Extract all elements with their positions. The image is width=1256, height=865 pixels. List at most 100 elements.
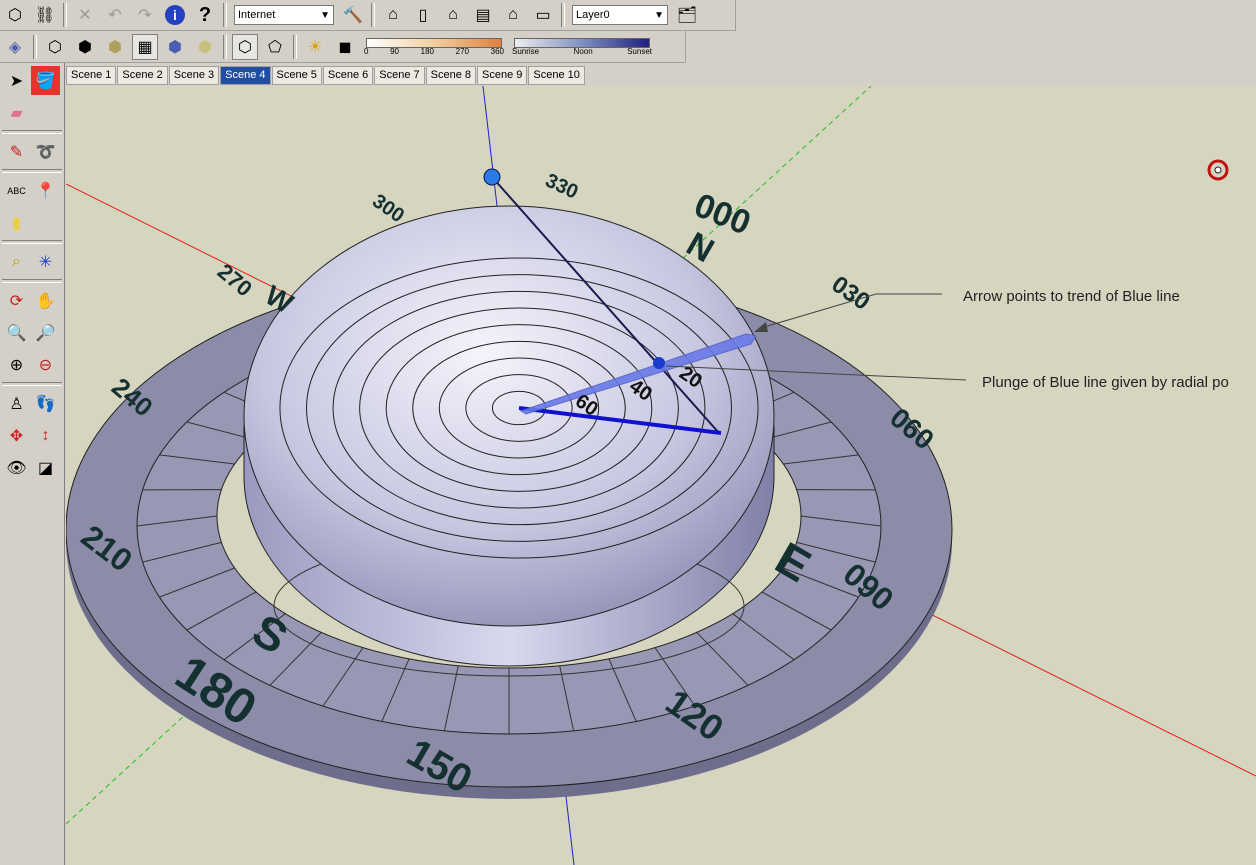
shadow-time-slider[interactable]: 0 90 180 270 360	[364, 36, 504, 58]
daylight-label: Noon	[573, 46, 593, 56]
zoom-extents-icon[interactable]: ⊕	[2, 350, 31, 379]
layer-manager-icon[interactable]: 🗂	[674, 2, 700, 28]
walk-footprints-icon[interactable]: 👣	[31, 389, 60, 418]
toolbar-separator	[33, 34, 37, 59]
orbit-cursor-icon	[1207, 159, 1229, 181]
toolbar-separator	[63, 3, 67, 27]
fog-icon[interactable]: ◼	[332, 34, 358, 60]
chevron-down-icon: ▼	[320, 9, 330, 21]
paint-bucket-icon[interactable]: 🪣	[31, 66, 60, 95]
scene-tab[interactable]: Scene 6	[322, 66, 374, 85]
undo-icon[interactable]: ↶	[102, 2, 128, 28]
top-point[interactable]	[483, 168, 501, 186]
scene-tab[interactable]: Scene 7	[374, 66, 425, 85]
position-camera-icon[interactable]: ♙	[2, 389, 31, 418]
push-pull-icon[interactable]: ↕	[31, 421, 60, 450]
house-back-icon[interactable]: ▤	[470, 2, 496, 28]
box-icon[interactable]: ⬢	[192, 34, 218, 60]
zoom-window-icon[interactable]: 🔎	[31, 318, 60, 347]
orbit-icon[interactable]: ⟳	[2, 286, 31, 315]
shaded-textures-icon[interactable]: ▦	[132, 33, 158, 60]
hammer-icon[interactable]: 🔨	[340, 2, 366, 28]
palette-separator	[2, 382, 62, 386]
annotation-plunge: Plunge of Blue line given by radial po	[982, 374, 1229, 391]
palette-separator	[2, 279, 62, 283]
redo-icon[interactable]: ↷	[132, 2, 158, 28]
scene-tab[interactable]: Scene 1	[66, 66, 117, 85]
move-icon[interactable]: ✥	[2, 421, 31, 450]
tape-measure-icon[interactable]: ⌕	[2, 247, 31, 276]
face-style-icon[interactable]: ⬡	[232, 33, 258, 60]
edge-style-icon[interactable]: ⬠	[262, 34, 288, 60]
info-icon[interactable]: i	[162, 2, 188, 28]
shadow-label: 360	[490, 46, 504, 56]
scene-tab[interactable]: Scene 4	[220, 66, 271, 85]
look-around-eye-icon[interactable]: 👁	[2, 453, 31, 482]
shaded-icon[interactable]: ⬢	[102, 34, 128, 60]
location-pin-icon[interactable]: 📍	[31, 176, 60, 205]
scene-tab[interactable]: Scene 10	[528, 66, 585, 85]
shadow-time-labels: 0 90 180 270 360	[364, 47, 504, 56]
text-tool-icon[interactable]: ABC	[2, 176, 31, 205]
pan-hand-icon[interactable]: ✋	[31, 286, 60, 315]
model-viewport[interactable]: 20 40 60 000 030 060 090 120 150 180 210…	[66, 86, 1256, 865]
daylight-label: Sunrise	[512, 46, 540, 56]
axes-icon[interactable]: ✳	[31, 247, 60, 276]
daylight-label: Sunset	[627, 46, 652, 56]
daylight-slider[interactable]: Sunrise Noon Sunset	[512, 36, 652, 58]
house-front-icon[interactable]: ▯	[410, 2, 436, 28]
toolbar-separator	[293, 34, 297, 59]
layer-select[interactable]: Layer0 ▼	[572, 5, 668, 25]
link-icon[interactable]: ⛓	[32, 2, 58, 28]
pencil-icon[interactable]: ✎	[2, 137, 31, 166]
scene-tab[interactable]: Scene 3	[168, 66, 220, 85]
freehand-icon[interactable]: ➰	[31, 137, 60, 166]
wireframe-icon[interactable]: ⬡	[42, 34, 68, 60]
toolbar-separator	[561, 3, 565, 27]
layer-select-value: Layer0	[576, 9, 610, 21]
toolbar-separator	[223, 34, 227, 59]
style-toolbar: ◈ ⬡ ⬢ ⬢ ▦ ⬢ ⬢ ⬡ ⬠ ☀ ◼ 0 90 180 270 360 S…	[0, 31, 686, 63]
shadow-label: 270	[455, 46, 469, 56]
style-select-value: Internet	[238, 9, 276, 21]
annotation-trend: Arrow points to trend of Blue line	[963, 288, 1180, 305]
xray-icon[interactable]: ◈	[2, 34, 28, 60]
palette-separator	[2, 240, 62, 244]
model-canvas[interactable]: 20 40 60 000 030 060 090 120 150 180 210…	[66, 86, 1256, 865]
toolbar-separator	[223, 3, 227, 27]
main-toolbar: ⬡ ⛓ ✕ ↶ ↷ i ? Internet ▼ 🔨 ⌂ ▯ ⌂ ▤ ⌂ ▭ L…	[0, 0, 736, 31]
tool-palette: ➤ 🪣 ▰ ✎ ➰ ABC 📍 ▮ ⌕ ✳ ⟳ ✋ 🔍 🔎 ⊕ ⊖ ♙ 👣 ✥ …	[0, 63, 65, 865]
house-side-icon[interactable]: ⌂	[440, 2, 466, 28]
house-top-icon[interactable]: ⌂	[500, 2, 526, 28]
section-plane-icon[interactable]: ◪	[31, 453, 60, 482]
help-icon[interactable]: ?	[192, 2, 218, 28]
scene-tab[interactable]: Scene 8	[425, 66, 476, 85]
shadow-label: 180	[420, 46, 434, 56]
palette-separator	[2, 169, 62, 173]
erase-x-icon[interactable]: ✕	[72, 2, 98, 28]
eraser-icon[interactable]: ▰	[2, 98, 31, 127]
house-iso-icon[interactable]: ⌂	[380, 2, 406, 28]
style-select[interactable]: Internet ▼	[234, 5, 334, 25]
bearing-330: 330	[542, 170, 582, 204]
toolbar-separator	[371, 3, 375, 27]
house-bottom-icon[interactable]: ▭	[530, 2, 556, 28]
scene-tab[interactable]: Scene 2	[117, 66, 168, 85]
scene-tabs: Scene 1 Scene 2 Scene 3 Scene 4 Scene 5 Scene…	[66, 66, 586, 85]
cube-wire-icon[interactable]: ⬡	[2, 2, 28, 28]
daylight-labels: Sunrise Noon Sunset	[512, 47, 652, 56]
sticky-note-icon[interactable]: ▮	[2, 208, 31, 237]
monochrome-icon[interactable]: ⬢	[162, 34, 188, 60]
scene-tab[interactable]: Scene 5	[271, 66, 322, 85]
hidden-line-icon[interactable]: ⬢	[72, 34, 98, 60]
zoom-icon[interactable]: 🔍	[2, 318, 31, 347]
stereonet-dome[interactable]	[243, 205, 775, 627]
chevron-down-icon: ▼	[654, 9, 664, 21]
scene-tab[interactable]: Scene 9	[477, 66, 528, 85]
bearing-300: 300	[368, 190, 408, 227]
bearing-270: 270	[213, 259, 257, 302]
previous-view-icon[interactable]: ⊖	[31, 350, 60, 379]
plunge-point[interactable]	[653, 357, 665, 369]
sun-shadows-icon[interactable]: ☀	[302, 34, 328, 60]
select-arrow-icon[interactable]: ➤	[2, 66, 31, 95]
